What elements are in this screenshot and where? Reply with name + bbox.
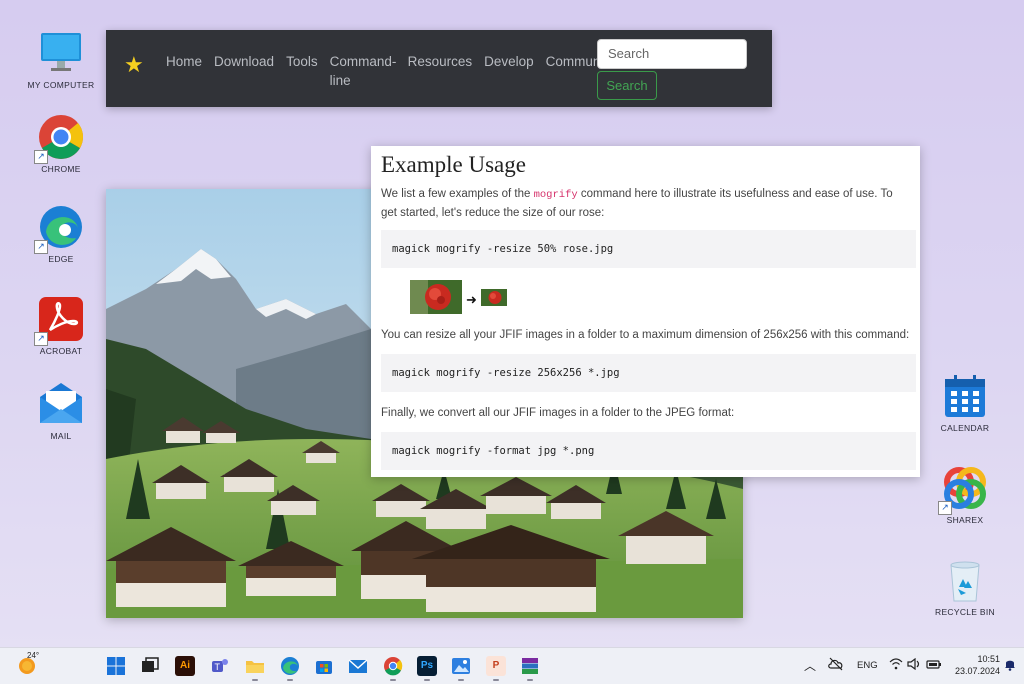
volume-icon[interactable] — [907, 657, 921, 673]
teams-icon[interactable]: T — [210, 656, 230, 676]
inline-code-mogrify: mogrify — [533, 189, 578, 201]
search-button[interactable]: Search — [597, 71, 657, 100]
desktop-icon-label: CALENDAR — [940, 423, 990, 433]
desktop-icon-label: ACROBAT — [39, 346, 83, 356]
shortcut-arrow-icon: ↗ — [34, 332, 48, 346]
desktop-icon-label: MAIL — [50, 431, 72, 441]
shortcut-arrow-icon: ↗ — [938, 501, 952, 515]
paragraph-convert-format: Finally, we convert all our JFIF images … — [381, 407, 735, 419]
navbar-window: ★ Home Download Tools Command-line Resou… — [106, 30, 772, 107]
file-explorer-icon[interactable] — [245, 656, 265, 676]
chrome-icon: ↗ — [34, 114, 84, 164]
weather-temp: 24° — [27, 651, 40, 660]
desktop-icon-edge[interactable]: ↗ EDGE — [21, 204, 101, 264]
nav-link-tools[interactable]: Tools — [280, 52, 324, 90]
acrobat-icon: ↗ — [34, 296, 84, 346]
search-input[interactable]: Search — [597, 39, 747, 69]
edge-icon: ↗ — [34, 204, 84, 254]
nav-link-command-line[interactable]: Command-line — [324, 52, 402, 90]
desktop-icon-label: MY COMPUTER — [27, 80, 95, 90]
desktop-icon-calendar[interactable]: CALENDAR — [925, 373, 1005, 433]
nav-link-resources[interactable]: Resources — [402, 52, 479, 90]
desktop-icon-recycle-bin[interactable]: RECYCLE BIN — [925, 557, 1005, 617]
rose-image-large — [410, 280, 462, 319]
chrome-taskbar-icon[interactable] — [383, 656, 403, 676]
taskbar: 24° Ai T Ps P ︿ ENG 10:51 23.07.2024 — [0, 647, 1024, 684]
wifi-icon[interactable] — [889, 658, 903, 673]
desktop-icon-label: CHROME — [41, 164, 81, 174]
page-title: Example Usage — [381, 152, 526, 177]
star-logo-icon[interactable]: ★ — [124, 52, 144, 78]
winrar-icon[interactable] — [520, 656, 540, 676]
code-block-resize-50: magick mogrify -resize 50% rose.jpg — [381, 230, 916, 268]
svg-text:T: T — [215, 662, 221, 672]
store-icon[interactable] — [314, 656, 334, 676]
nav-links: Home Download Tools Command-line Resourc… — [160, 52, 620, 90]
example-usage-panel: Example Usage We list a few examples of … — [371, 146, 920, 477]
intro-text-before: We list a few examples of the — [381, 188, 534, 200]
battery-icon[interactable] — [926, 658, 942, 673]
desktop-icon-acrobat[interactable]: ↗ ACROBAT — [21, 296, 101, 356]
running-indicator — [287, 679, 293, 681]
monitor-icon — [38, 30, 84, 76]
running-indicator — [252, 679, 258, 681]
recycle-bin-icon — [942, 557, 988, 603]
clock-time: 10:51 — [977, 654, 1000, 664]
windows-start-icon[interactable] — [106, 656, 126, 676]
task-view-icon[interactable] — [140, 656, 160, 676]
mail-taskbar-icon[interactable] — [348, 656, 368, 676]
onedrive-icon[interactable] — [828, 657, 844, 674]
running-indicator — [390, 679, 396, 681]
intro-paragraph: We list a few examples of the mogrify co… — [381, 185, 911, 222]
code-block-format-jpg: magick mogrify -format jpg *.png — [381, 432, 916, 470]
running-indicator — [527, 679, 533, 681]
sharex-icon: ↗ — [938, 465, 988, 515]
desktop-icon-label: SHAREX — [946, 515, 984, 525]
illustrator-icon[interactable]: Ai — [175, 656, 195, 676]
clock[interactable]: 10:51 23.07.2024 — [948, 653, 1000, 677]
shortcut-arrow-icon: ↗ — [34, 150, 48, 164]
desktop-icon-mail[interactable]: MAIL — [21, 381, 101, 441]
clock-date: 23.07.2024 — [954, 666, 1000, 676]
desktop-icon-my-computer[interactable]: MY COMPUTER — [21, 30, 101, 90]
nav-link-download[interactable]: Download — [208, 52, 280, 90]
photoshop-icon[interactable]: Ps — [417, 656, 437, 676]
desktop-icon-label: EDGE — [48, 254, 74, 264]
running-indicator — [424, 679, 430, 681]
desktop-icon-sharex[interactable]: ↗ SHAREX — [925, 465, 1005, 525]
desktop-icon-label: RECYCLE BIN — [935, 607, 995, 617]
nav-link-home[interactable]: Home — [160, 52, 208, 90]
calendar-icon — [942, 373, 988, 419]
edge-taskbar-icon[interactable] — [280, 656, 300, 676]
code-block-resize-256: magick mogrify -resize 256x256 *.jpg — [381, 354, 916, 392]
photos-icon[interactable] — [451, 656, 471, 676]
arrow-right-icon: ➜ — [466, 292, 477, 307]
chevron-up-icon[interactable]: ︿ — [804, 657, 816, 674]
running-indicator — [493, 679, 499, 681]
mail-icon — [38, 381, 84, 427]
powerpoint-icon[interactable]: P — [486, 656, 506, 676]
language-indicator[interactable]: ENG — [857, 660, 878, 671]
running-indicator — [458, 679, 464, 681]
shortcut-arrow-icon: ↗ — [34, 240, 48, 254]
desktop-icon-chrome[interactable]: ↗ CHROME — [21, 114, 101, 174]
weather-widget[interactable]: 24° — [16, 651, 40, 676]
nav-link-develop[interactable]: Develop — [478, 52, 540, 90]
rose-image-small — [481, 289, 507, 311]
paragraph-resize-folder: You can resize all your JFIF images in a… — [381, 329, 910, 341]
notification-bell-icon[interactable] — [1004, 658, 1016, 674]
